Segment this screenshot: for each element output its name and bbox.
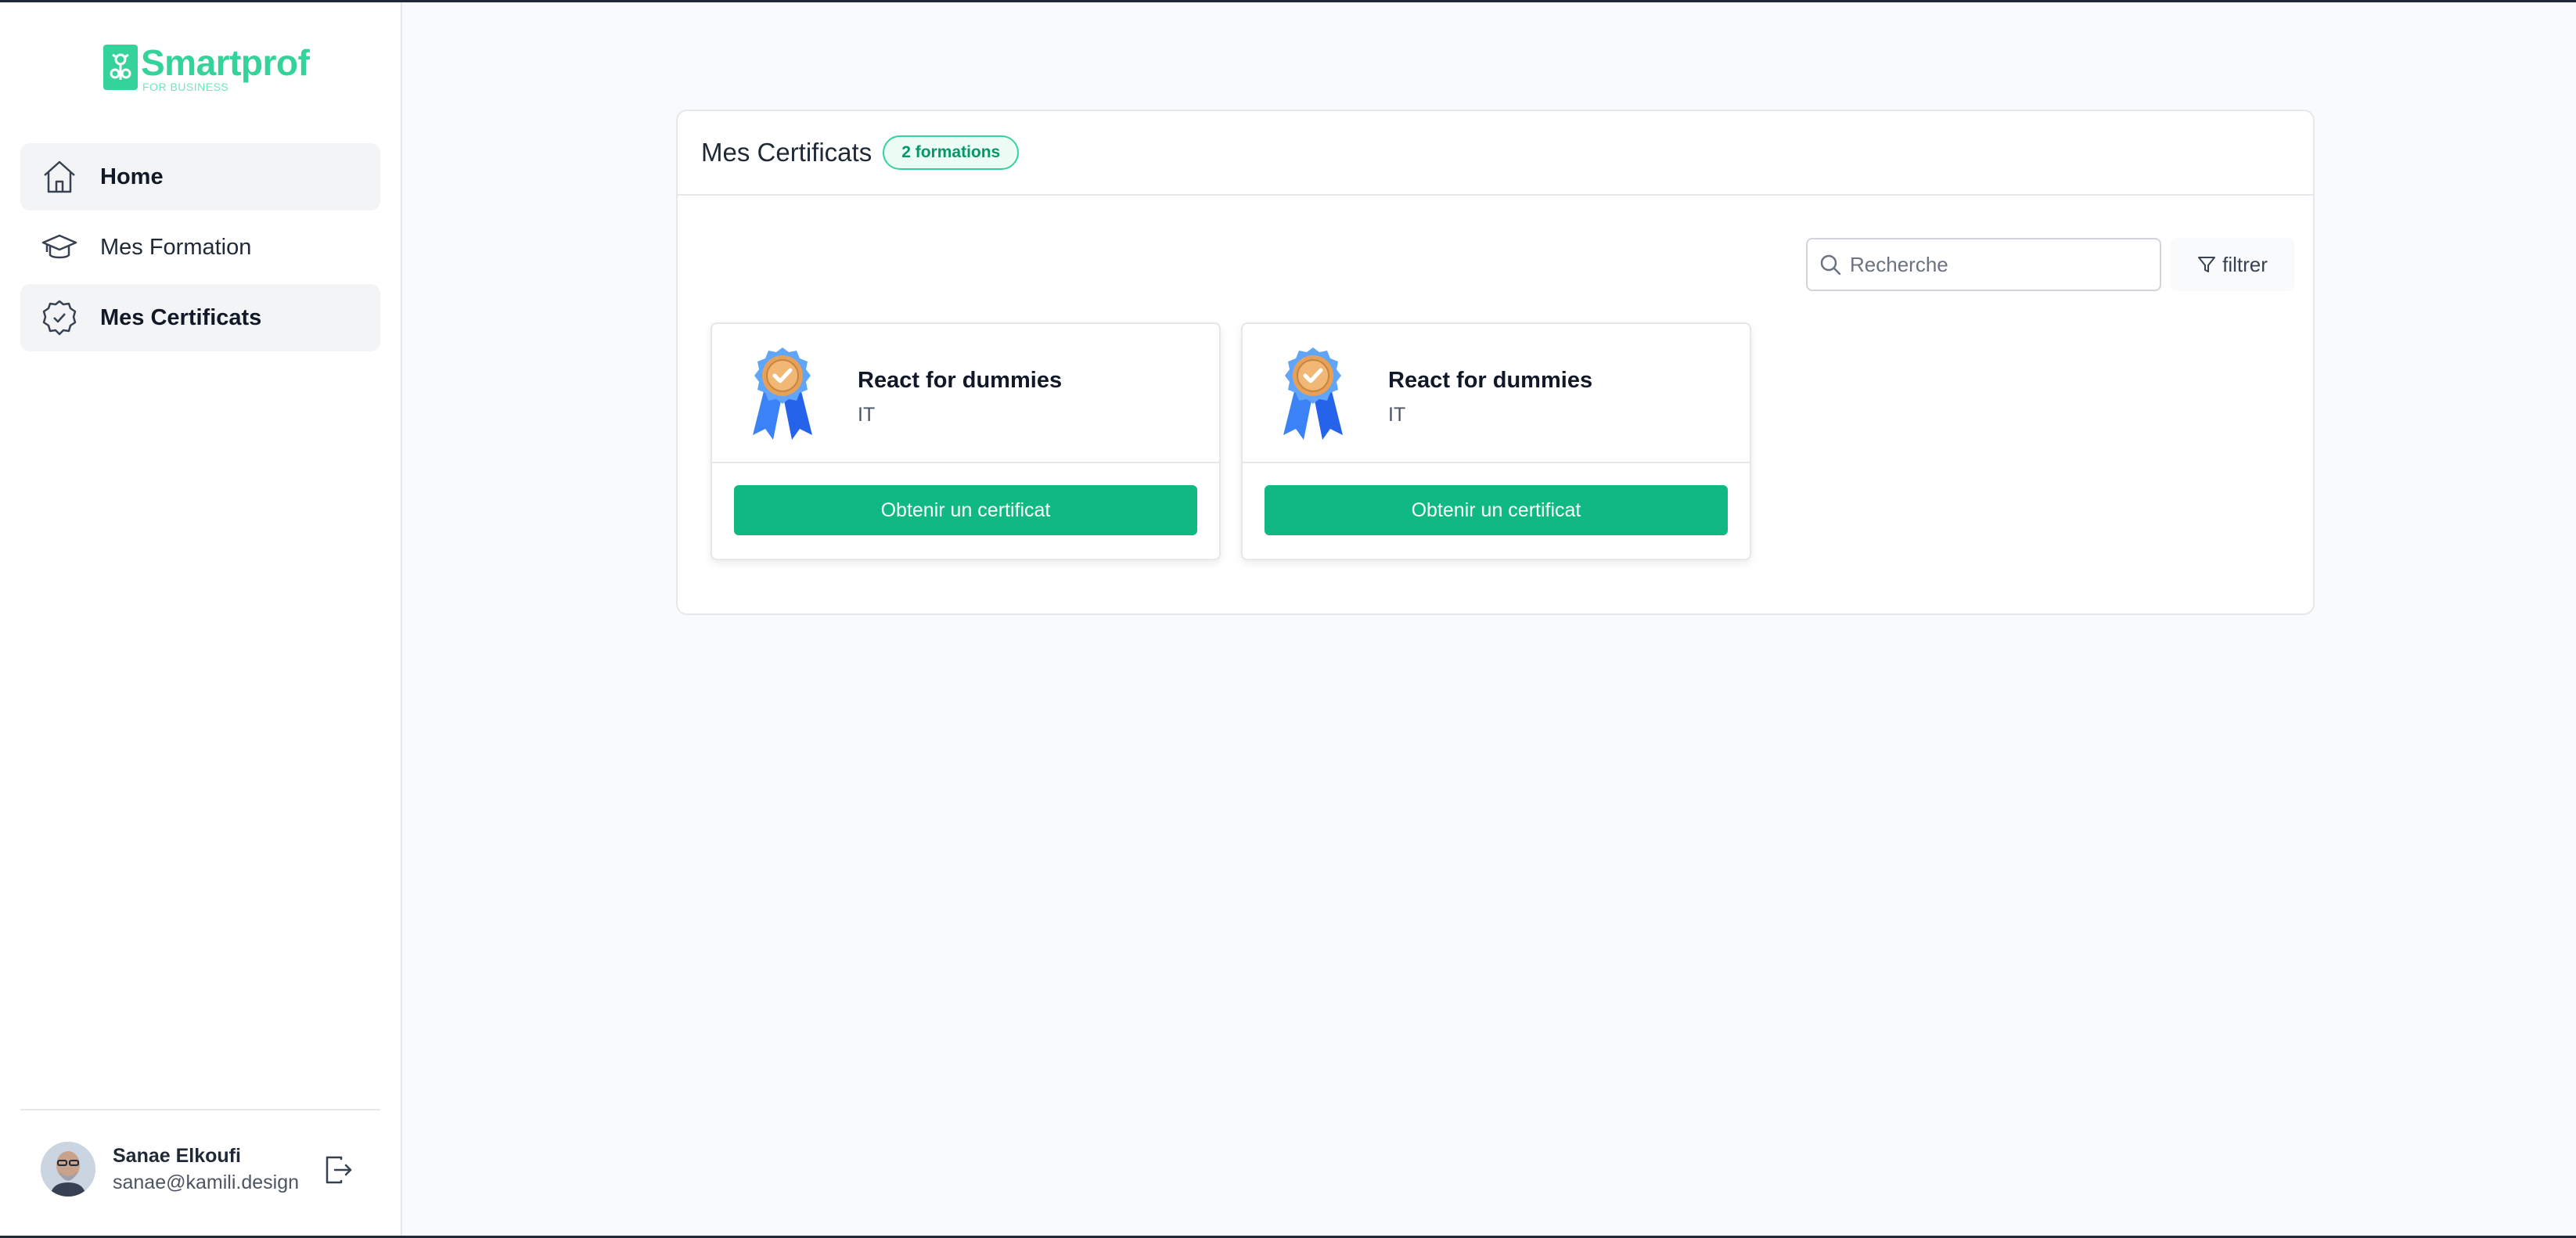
logo-icon [103,45,138,90]
sidebar: Smartprof FOR BUSINESS Home Mes Formatio… [0,2,402,1236]
certificate-check-icon [41,299,78,336]
count-badge: 2 formations [883,135,1020,170]
sidebar-item-label: Home [100,164,164,189]
graduation-cap-icon [41,229,78,266]
user-email: sanae@kamili.design [113,1171,300,1193]
search-icon [1819,253,1842,276]
avatar[interactable] [41,1142,95,1197]
get-certificate-button[interactable]: Obtenir un certificat [1265,485,1728,535]
sidebar-item-label: Mes Certificats [100,304,262,330]
filter-icon [2197,255,2216,274]
page-title: Mes Certificats [701,138,872,167]
sidebar-item-mes-formation[interactable]: Mes Formation [20,214,380,281]
certificate-card: React for dummies IT Obtenir un certific… [711,322,1221,560]
logout-icon[interactable] [324,1154,354,1186]
brand-name: Smartprof [141,42,310,83]
certificate-category: IT [858,404,876,426]
certificate-category: IT [1388,404,1406,426]
certificate-title: React for dummies [1388,368,1593,393]
brand-logo[interactable]: Smartprof FOR BUSINESS [103,42,310,95]
certificate-card-header: React for dummies IT [1243,324,1750,463]
award-medal-icon [743,344,822,441]
search-box[interactable] [1806,238,2161,291]
certificate-card: React for dummies IT Obtenir un certific… [1241,322,1751,560]
brand-tagline: FOR BUSINESS [142,81,229,93]
panel-header: Mes Certificats 2 formations [678,111,2313,196]
sidebar-item-label: Mes Formation [100,234,252,260]
certificates-panel: Mes Certificats 2 formations filtrer [676,110,2315,615]
certificate-card-header: React for dummies IT [712,324,1219,463]
search-input[interactable] [1850,252,2147,277]
user-profile: Sanae Elkoufi sanae@kamili.design [41,1140,369,1198]
filter-button[interactable]: filtrer [2171,238,2294,291]
certificate-title: React for dummies [858,368,1063,393]
filter-label: filtrer [2222,252,2268,276]
get-certificate-button[interactable]: Obtenir un certificat [734,485,1197,535]
sidebar-nav: Home Mes Formation Mes Certificats [20,143,380,354]
sidebar-item-home[interactable]: Home [20,143,380,211]
home-icon [41,158,78,196]
award-medal-icon [1274,344,1352,441]
sidebar-item-mes-certificats[interactable]: Mes Certificats [20,284,380,351]
user-name: Sanae Elkoufi [113,1145,241,1167]
sidebar-divider [20,1109,380,1110]
